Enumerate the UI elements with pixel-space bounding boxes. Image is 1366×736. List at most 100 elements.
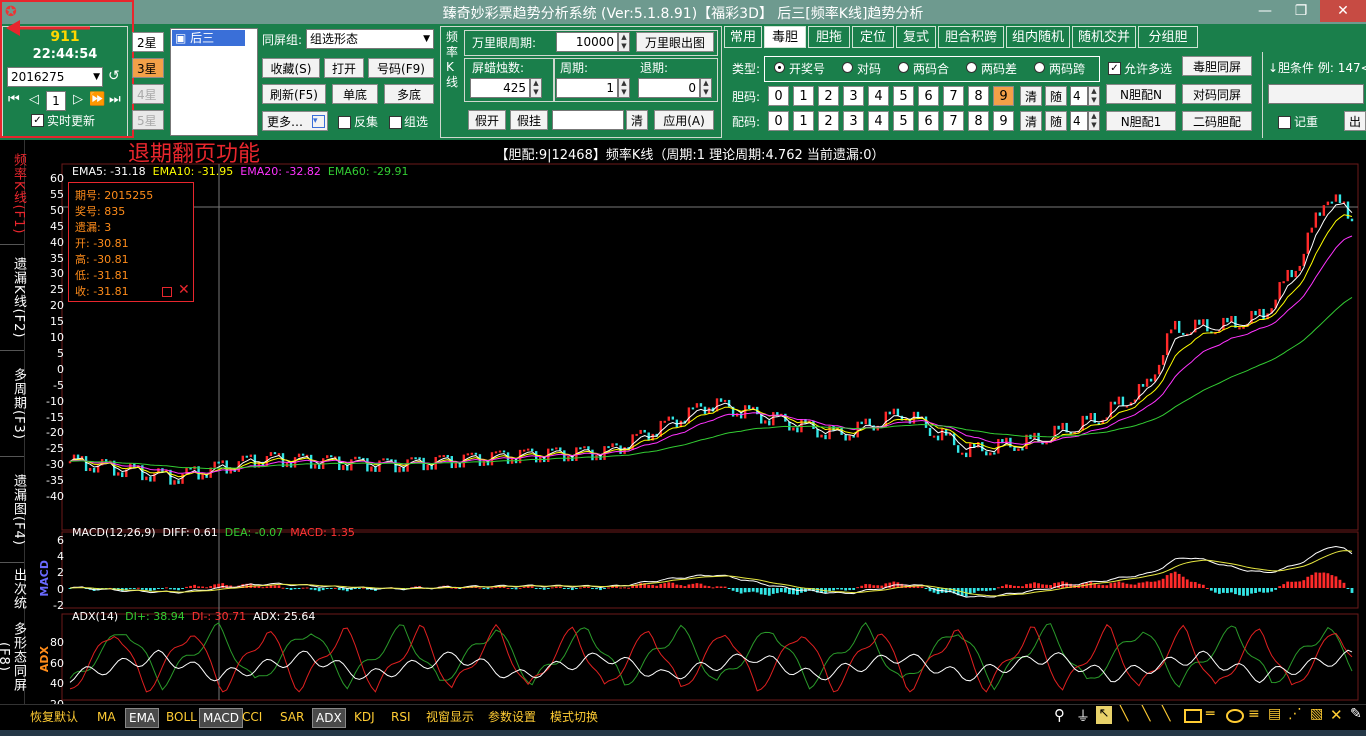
- bottom-item-7[interactable]: ADX: [312, 708, 346, 728]
- tab-common[interactable]: 常用: [724, 26, 762, 48]
- segment-tool-icon[interactable]: ╲: [1162, 706, 1170, 722]
- bottom-item-12[interactable]: 模式切换: [550, 708, 598, 726]
- group-select[interactable]: 组选形态 ▼: [306, 29, 434, 49]
- note-checkbox[interactable]: [1278, 116, 1291, 129]
- pei-digit-2[interactable]: 2: [818, 111, 839, 131]
- favorite-button[interactable]: 收藏(S): [262, 58, 320, 78]
- single-bottom-button[interactable]: 单底: [332, 84, 378, 104]
- fake-hang-button[interactable]: 假挂: [510, 110, 548, 130]
- star-2-button[interactable]: 2星: [132, 32, 164, 52]
- apply-button[interactable]: 应用(A): [654, 110, 714, 130]
- delete-drawing-icon[interactable]: ✕: [1330, 706, 1343, 724]
- bottom-item-2[interactable]: EMA: [125, 708, 160, 728]
- n-dan-n-button[interactable]: N胆配N: [1106, 84, 1176, 104]
- poison-dan-screen-button[interactable]: 毒胆同屏: [1182, 56, 1252, 76]
- anti-set-checkbox[interactable]: [338, 116, 351, 129]
- dan-random-button[interactable]: 随: [1045, 86, 1067, 106]
- pei-digit-5[interactable]: 5: [893, 111, 914, 131]
- bottom-item-8[interactable]: KDJ: [354, 708, 375, 726]
- open-button[interactable]: 打开: [324, 58, 364, 78]
- dan-digit-5[interactable]: 5: [893, 86, 914, 106]
- radio-type-pair[interactable]: [842, 62, 853, 73]
- dan-random-count[interactable]: 4: [1070, 86, 1088, 106]
- refresh-button[interactable]: 刷新(F5): [262, 84, 326, 104]
- screen-input[interactable]: 425: [470, 78, 530, 98]
- restore-icon[interactable]: [162, 287, 172, 297]
- radio-type-draw[interactable]: [774, 62, 785, 73]
- line-tool-icon[interactable]: ╲: [1120, 706, 1128, 722]
- bottom-item-6[interactable]: SAR: [280, 708, 304, 726]
- wanli-chart-button[interactable]: 万里眼出图: [636, 32, 714, 52]
- pei-digit-1[interactable]: 1: [793, 111, 814, 131]
- tab-compound[interactable]: 复式: [896, 26, 936, 48]
- bottom-item-4[interactable]: MACD: [199, 708, 243, 728]
- star-4-button[interactable]: 4星: [132, 84, 164, 104]
- pei-clear-button[interactable]: 清: [1020, 111, 1042, 131]
- tab-dan-tuo[interactable]: 胆拖: [808, 26, 850, 48]
- dan-digit-3[interactable]: 3: [843, 86, 864, 106]
- dan-digit-6[interactable]: 6: [918, 86, 939, 106]
- play-list[interactable]: ▣ 后三: [170, 28, 258, 136]
- period-spinner[interactable]: ▲ ▼: [618, 78, 630, 98]
- pair-screen-button[interactable]: 对码同屏: [1182, 84, 1252, 104]
- pei-random-spinner[interactable]: ▲ ▼: [1088, 111, 1100, 131]
- tab-random-cross[interactable]: 随机交并: [1072, 26, 1136, 48]
- dan-digit-2[interactable]: 2: [818, 86, 839, 106]
- nav-miss-k[interactable]: 遗漏K线(F2): [0, 250, 26, 346]
- fake-open-button[interactable]: 假开: [468, 110, 506, 130]
- nav-count-stats[interactable]: 出次统: [0, 566, 26, 612]
- bottom-item-11[interactable]: 参数设置: [488, 708, 536, 726]
- more-button[interactable]: 更多… ▾: [262, 111, 328, 131]
- rect-tool-icon[interactable]: [1184, 709, 1202, 723]
- pei-digit-0[interactable]: 0: [768, 111, 789, 131]
- dan-digit-8[interactable]: 8: [968, 86, 989, 106]
- parallel-tool-icon[interactable]: ═: [1206, 706, 1214, 722]
- radio-type-sum[interactable]: [898, 62, 909, 73]
- pei-digit-6[interactable]: 6: [918, 111, 939, 131]
- tab-group-random[interactable]: 组内随机: [1006, 26, 1070, 48]
- bottom-item-0[interactable]: 恢复默认: [30, 708, 78, 726]
- close-icon[interactable]: ✕: [178, 282, 190, 298]
- fake-clear-button[interactable]: 清: [626, 110, 648, 130]
- pei-digit-8[interactable]: 8: [968, 111, 989, 131]
- fib-tool-icon[interactable]: ≡: [1248, 706, 1260, 722]
- back-input[interactable]: 0: [638, 78, 700, 98]
- multi-bottom-button[interactable]: 多底: [384, 84, 434, 104]
- overflow-button[interactable]: 出: [1344, 111, 1366, 131]
- nav-multi-form[interactable]: 多形态同屏(F8): [0, 612, 26, 702]
- bottom-item-1[interactable]: MA: [97, 708, 116, 726]
- pei-digit-9[interactable]: 9: [993, 111, 1014, 131]
- star-3-button[interactable]: 3星: [132, 58, 164, 78]
- dan-clear-button[interactable]: 清: [1020, 86, 1042, 106]
- zoom-icon[interactable]: ⚲: [1054, 706, 1065, 724]
- bottom-item-9[interactable]: RSI: [391, 708, 411, 726]
- pei-digit-3[interactable]: 3: [843, 111, 864, 131]
- tab-group-dan[interactable]: 分组胆: [1138, 26, 1198, 48]
- ellipse-tool-icon[interactable]: [1226, 709, 1244, 723]
- ray-tool-icon[interactable]: ╲: [1142, 706, 1150, 722]
- screen-spinner[interactable]: ▲ ▼: [530, 78, 542, 98]
- number-button[interactable]: 号码(F9): [368, 58, 434, 78]
- pei-random-button[interactable]: 随: [1045, 111, 1067, 131]
- list-item[interactable]: ▣ 后三: [172, 30, 245, 46]
- back-spinner[interactable]: ▲ ▼: [700, 78, 712, 98]
- group-select-checkbox[interactable]: [389, 116, 402, 129]
- bottom-item-10[interactable]: 视窗显示: [426, 708, 474, 726]
- pei-digit-7[interactable]: 7: [943, 111, 964, 131]
- dan-digit-9[interactable]: 9: [993, 86, 1014, 106]
- nav-freq-k[interactable]: 频率K线(F1): [0, 146, 26, 242]
- pei-random-count[interactable]: 4: [1070, 111, 1088, 131]
- tab-poison-dan[interactable]: 毒胆: [764, 26, 806, 48]
- period-input[interactable]: 1: [556, 78, 618, 98]
- bottom-item-3[interactable]: BOLL: [166, 708, 197, 726]
- dan-digit-0[interactable]: 0: [768, 86, 789, 106]
- allow-multi-checkbox[interactable]: ✓: [1108, 62, 1121, 75]
- dan-digit-7[interactable]: 7: [943, 86, 964, 106]
- dan-digit-1[interactable]: 1: [793, 86, 814, 106]
- pin-icon[interactable]: ⏚: [1076, 706, 1090, 726]
- gann-tool-icon[interactable]: ▧: [1310, 706, 1323, 722]
- maximize-button[interactable]: ❐: [1284, 0, 1318, 22]
- pointer-icon[interactable]: ↖: [1096, 706, 1112, 724]
- nav-multi-period[interactable]: 多周期(F3): [0, 356, 26, 452]
- nav-miss-chart[interactable]: 遗漏图(F4): [0, 462, 26, 558]
